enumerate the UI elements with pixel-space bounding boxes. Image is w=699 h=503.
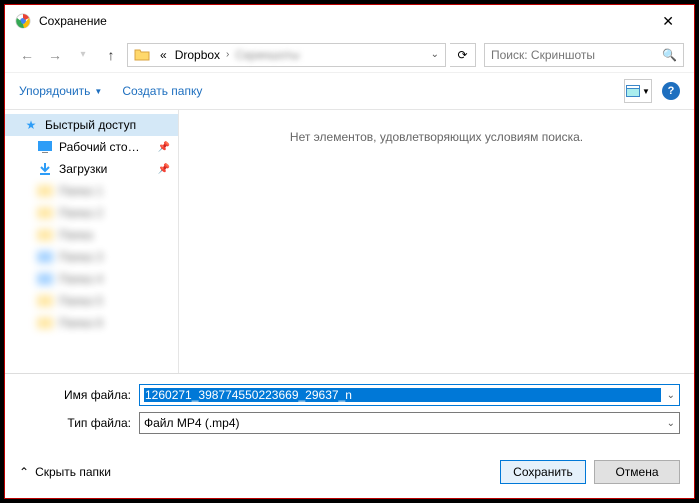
chevron-up-icon: ⌃ bbox=[19, 465, 29, 479]
star-icon: ★ bbox=[23, 117, 39, 133]
sidebar: ★ Быстрый доступ Рабочий сто… 📌 Загрузки… bbox=[5, 110, 179, 373]
sidebar-item[interactable]: Папка 2 bbox=[5, 202, 178, 224]
window-title: Сохранение bbox=[39, 14, 652, 28]
chrome-icon bbox=[15, 13, 31, 29]
crumb-current[interactable]: Скриншоты bbox=[231, 48, 303, 62]
hide-folders-toggle[interactable]: ⌃ Скрыть папки bbox=[19, 465, 111, 479]
sidebar-desktop[interactable]: Рабочий сто… 📌 bbox=[5, 136, 178, 158]
back-button[interactable]: ← bbox=[15, 43, 39, 67]
save-button[interactable]: Сохранить bbox=[500, 460, 586, 484]
file-list: Нет элементов, удовлетворяющих условиям … bbox=[179, 110, 694, 373]
titlebar: Сохранение ✕ bbox=[5, 5, 694, 37]
up-button[interactable]: ↑ bbox=[99, 43, 123, 67]
sidebar-downloads[interactable]: Загрузки 📌 bbox=[5, 158, 178, 180]
pin-icon: 📌 bbox=[158, 142, 170, 153]
dialog-body: ★ Быстрый доступ Рабочий сто… 📌 Загрузки… bbox=[5, 109, 694, 373]
forward-button[interactable]: → bbox=[43, 43, 67, 67]
folder-icon bbox=[132, 45, 152, 65]
filetype-select[interactable]: Файл MP4 (.mp4) ⌄ bbox=[139, 412, 680, 434]
crumb-sep: › bbox=[224, 49, 231, 60]
download-icon bbox=[37, 161, 53, 177]
fields-panel: Имя файла: 1260271_398774550223669_29637… bbox=[5, 373, 694, 452]
new-folder-button[interactable]: Создать папку bbox=[122, 84, 202, 98]
sidebar-label: Рабочий сто… bbox=[59, 140, 140, 154]
filename-value: 1260271_398774550223669_29637_n bbox=[144, 388, 661, 402]
search-input[interactable] bbox=[491, 48, 662, 62]
chevron-down-icon: ▼ bbox=[94, 87, 102, 96]
filetype-value: Файл MP4 (.mp4) bbox=[144, 416, 661, 430]
cancel-button[interactable]: Отмена bbox=[594, 460, 680, 484]
sidebar-item[interactable]: Папка bbox=[5, 224, 178, 246]
view-button[interactable]: ▼ bbox=[624, 79, 652, 103]
address-bar[interactable]: « Dropbox › Скриншоты ⌄ bbox=[127, 43, 446, 67]
sidebar-quick-access[interactable]: ★ Быстрый доступ bbox=[5, 114, 178, 136]
footer: ⌃ Скрыть папки Сохранить Отмена bbox=[5, 452, 694, 498]
recent-dropdown[interactable]: ▾ bbox=[71, 43, 95, 67]
sidebar-item[interactable]: Папка 4 bbox=[5, 268, 178, 290]
crumb-prefix: « bbox=[156, 48, 171, 62]
search-icon: 🔍 bbox=[662, 48, 677, 62]
filename-input[interactable]: 1260271_398774550223669_29637_n ⌄ bbox=[139, 384, 680, 406]
navbar: ← → ▾ ↑ « Dropbox › Скриншоты ⌄ ⟳ 🔍 bbox=[5, 37, 694, 73]
sidebar-item[interactable]: Папка 1 bbox=[5, 180, 178, 202]
sidebar-item[interactable]: Папка 5 bbox=[5, 290, 178, 312]
desktop-icon bbox=[37, 139, 53, 155]
refresh-button[interactable]: ⟳ bbox=[450, 43, 476, 67]
help-button[interactable]: ? bbox=[662, 82, 680, 100]
empty-message: Нет элементов, удовлетворяющих условиям … bbox=[290, 130, 583, 144]
filename-label: Имя файла: bbox=[19, 388, 139, 402]
organize-label: Упорядочить bbox=[19, 84, 90, 98]
crumb-dropbox[interactable]: Dropbox bbox=[171, 48, 224, 62]
save-dialog: Сохранение ✕ ← → ▾ ↑ « Dropbox › Скриншо… bbox=[4, 4, 695, 499]
sidebar-label: Быстрый доступ bbox=[45, 118, 136, 132]
pin-icon: 📌 bbox=[158, 164, 170, 175]
organize-button[interactable]: Упорядочить ▼ bbox=[19, 84, 102, 98]
chevron-down-icon[interactable]: ⌄ bbox=[661, 390, 675, 401]
filetype-label: Тип файла: bbox=[19, 416, 139, 430]
sidebar-item[interactable]: Папка 6 bbox=[5, 312, 178, 334]
address-dropdown-icon[interactable]: ⌄ bbox=[425, 49, 445, 60]
chevron-down-icon[interactable]: ⌄ bbox=[661, 418, 675, 429]
close-button[interactable]: ✕ bbox=[652, 9, 684, 34]
sidebar-item[interactable]: Папка 3 bbox=[5, 246, 178, 268]
sidebar-label: Загрузки bbox=[59, 162, 107, 176]
search-box[interactable]: 🔍 bbox=[484, 43, 684, 67]
toolbar: Упорядочить ▼ Создать папку ▼ ? bbox=[5, 73, 694, 109]
hide-folders-label: Скрыть папки bbox=[35, 465, 111, 479]
